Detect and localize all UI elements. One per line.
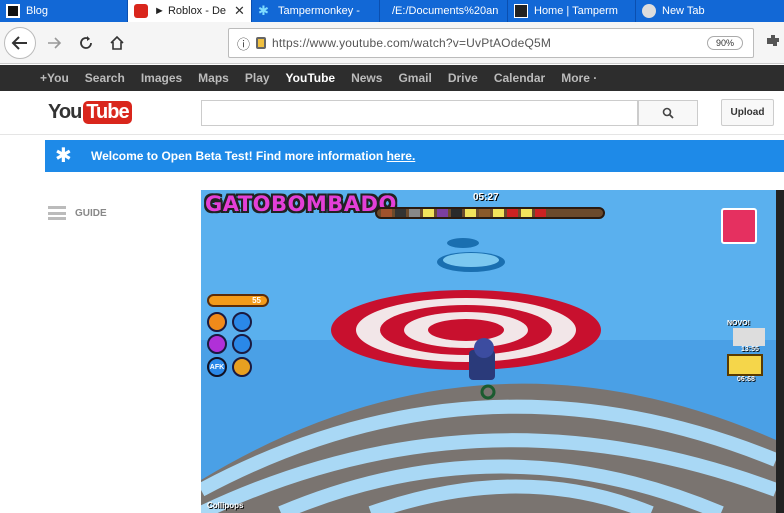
page-scrollbar[interactable] xyxy=(776,190,784,513)
youtube-header: You Tube Upload xyxy=(0,91,784,135)
coin-counter: 55 xyxy=(207,294,269,307)
video-watermark: Collipops xyxy=(207,501,244,510)
forward-button[interactable] xyxy=(38,27,70,59)
tab-tampermonkey[interactable]: ✱ Tampermonkey - xyxy=(252,0,380,22)
tab-new-tab[interactable]: New Tab xyxy=(636,0,764,22)
refresh-icon xyxy=(232,334,252,354)
side-time-1: 13:55 xyxy=(741,346,759,353)
reload-button[interactable] xyxy=(70,27,102,59)
afk-button: AFK xyxy=(207,357,227,377)
banner-text: Welcome to Open Beta Test! Find more inf… xyxy=(91,149,387,163)
gbar-you[interactable]: +You xyxy=(40,71,69,85)
tab-local-file[interactable]: /E:/Documents%20an xyxy=(380,0,508,22)
emote-icon xyxy=(207,334,227,354)
search-icon xyxy=(662,107,674,119)
gbar-search[interactable]: Search xyxy=(85,71,125,85)
reward-image xyxy=(733,328,765,346)
home-icon xyxy=(110,35,124,50)
gbar-maps[interactable]: Maps xyxy=(198,71,229,85)
forward-arrow-icon xyxy=(48,37,62,49)
new-tab-icon xyxy=(642,4,656,18)
guide-button[interactable]: GUIDE xyxy=(48,206,107,220)
tab-blog[interactable]: Blog xyxy=(0,0,128,22)
spin-icon xyxy=(232,357,252,377)
guide-label: GUIDE xyxy=(75,207,107,219)
tampermonkey-home-icon xyxy=(514,4,528,18)
tab-label: ► Roblox - De xyxy=(154,5,226,17)
close-icon[interactable]: ✕ xyxy=(234,3,245,19)
url-text[interactable]: https://www.youtube.com/watch?v=UvPtAOde… xyxy=(272,36,551,50)
gbar-drive[interactable]: Drive xyxy=(448,71,478,85)
tab-label: Home | Tamperm xyxy=(534,5,618,17)
hamburger-icon xyxy=(48,206,66,220)
reload-icon xyxy=(80,36,92,49)
shop-icon xyxy=(207,312,227,332)
tab-strip: Blog ► Roblox - De ✕ ✱ Tampermonkey - /E… xyxy=(0,0,784,22)
extension-puzzle-icon[interactable] xyxy=(764,32,784,54)
gbar-calendar[interactable]: Calendar xyxy=(494,71,545,85)
banner-message: Welcome to Open Beta Test! Find more inf… xyxy=(91,149,415,163)
logo-tube: Tube xyxy=(83,100,132,124)
settings-icon xyxy=(232,312,252,332)
address-bar[interactable]: ⓘ https://www.youtube.com/watch?v=UvPtAO… xyxy=(228,28,754,58)
home-button[interactable] xyxy=(101,27,133,59)
star-icon: ✱ xyxy=(55,145,72,167)
tab-roblox-video[interactable]: ► Roblox - De ✕ xyxy=(128,0,252,22)
search-button[interactable] xyxy=(638,100,698,126)
back-arrow-icon xyxy=(11,36,27,50)
tab-label: /E:/Documents%20an xyxy=(392,5,499,17)
gbar-more[interactable]: More · xyxy=(561,71,597,85)
navigation-bar: ⓘ https://www.youtube.com/watch?v=UvPtAO… xyxy=(0,22,784,64)
lock-warning-icon[interactable] xyxy=(256,37,267,49)
beta-banner: ✱ Welcome to Open Beta Test! Find more i… xyxy=(45,140,784,172)
file-icon xyxy=(386,4,388,18)
game-scene xyxy=(201,190,776,513)
google-bar: +You Search Images Maps Play YouTube New… xyxy=(0,65,784,91)
side-time-2: 06:68 xyxy=(737,376,755,383)
game-title: GATOBOMBADO xyxy=(205,192,397,216)
gbar-images[interactable]: Images xyxy=(141,71,182,85)
tab-label: New Tab xyxy=(662,5,705,17)
color-progress-bar xyxy=(375,207,605,219)
new-badge: NOVO! xyxy=(727,320,750,327)
youtube-icon xyxy=(134,4,148,18)
reward-card: NOVO! 13:55 06:68 xyxy=(727,320,767,390)
video-player[interactable]: GATOBOMBADO 05:27 55 AFK NOVO! 13:55 06:… xyxy=(201,190,776,513)
tab-tampermonkey-home[interactable]: Home | Tamperm xyxy=(508,0,636,22)
info-icon[interactable]: ⓘ xyxy=(237,34,250,53)
tab-label: Tampermonkey - xyxy=(278,5,360,17)
tab-label: Blog xyxy=(26,5,49,17)
upload-button[interactable]: Upload xyxy=(721,99,774,126)
game-logo-icon xyxy=(721,208,757,244)
search-input[interactable] xyxy=(201,100,638,126)
back-button[interactable] xyxy=(4,27,36,59)
chest-icon xyxy=(727,354,763,376)
youtube-logo[interactable]: You Tube xyxy=(48,99,132,125)
gbar-play[interactable]: Play xyxy=(245,71,270,85)
tampermonkey-icon: ✱ xyxy=(258,3,269,18)
zoom-indicator[interactable]: 90% xyxy=(707,36,743,50)
round-timer: 05:27 xyxy=(473,192,499,203)
blogger-icon xyxy=(6,4,20,18)
gbar-news[interactable]: News xyxy=(351,71,382,85)
banner-link[interactable]: here. xyxy=(387,149,416,163)
logo-you: You xyxy=(48,100,82,123)
gbar-youtube[interactable]: YouTube xyxy=(286,71,336,85)
gbar-gmail[interactable]: Gmail xyxy=(398,71,431,85)
